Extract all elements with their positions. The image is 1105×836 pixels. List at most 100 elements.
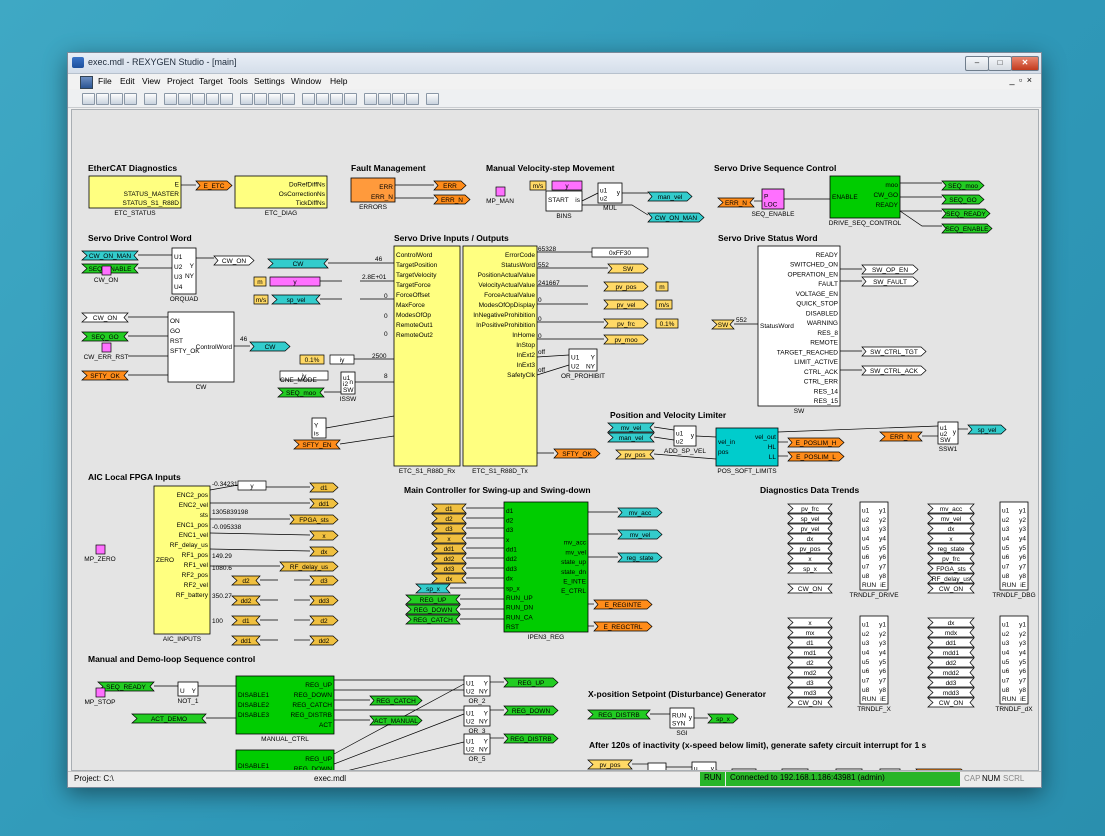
tag-reg-distrb-in[interactable]: REG_DISTRB [587,709,651,720]
save-all-icon[interactable] [124,93,137,105]
tag-man-vel-in[interactable]: man_vel [607,432,655,443]
block-body[interactable] [781,768,809,770]
block-manual-ctrl[interactable]: DISABLE1 DISABLE2 DISABLE3 REG_UP REG_DOWN RE… [235,675,335,743]
tag-y-mag[interactable]: y [551,180,583,191]
title-bar[interactable]: exec.mdl - REXYGEN Studio - [main] – □ ✕ [68,53,1041,74]
diagnostics-icon[interactable] [392,93,405,105]
menu-view[interactable]: View [142,76,160,86]
block-pos-soft[interactable]: vel_inpos vel_out HL LL POS_SOFT_LIMITS [715,427,779,475]
tag-pv-frc[interactable]: pv_frc [603,318,649,329]
block-sgi[interactable]: RUNSYNySGI [669,707,695,737]
tag-d3[interactable]: d3 [309,575,339,586]
tag-act-manual-out[interactable]: ACT_MANUAL [369,715,423,726]
maximize-button[interactable]: □ [988,56,1012,71]
block-add-sp-vel[interactable]: u1u2yADD_SP_VEL [664,425,706,455]
tag-t2-dx[interactable]: dx [927,523,975,534]
tag-x1[interactable]: x [309,530,339,541]
block-drive-seq[interactable]: ENABLE moo CW_GO READY DRIVE_SEQ_CONTROL [829,175,902,227]
block-mul[interactable]: u1u2yMUL [597,182,623,212]
diagram-svg[interactable]: EtherCAT Diagnostics Fault Management Manu… [72,110,1038,770]
block-sat-activity[interactable]: uhiloyHLLLSAT_ACTIVITY [681,761,727,770]
minimize-button[interactable]: – [965,56,989,71]
tag-t2-mvvel[interactable]: mv_vel [927,513,975,524]
tag-pv-pos[interactable]: pv_pos [603,281,649,292]
block-not-top[interactable]: UYNOT_ [879,768,901,770]
pin-box[interactable] [95,544,106,555]
block-trndlf-dx[interactable]: u1 u2 u3 u4 u5 u6 u7 u8 RUN y1 y2 y3 y4 y5 y6 y7 y8 iE TRN… [995,615,1033,713]
pin-cw-err-rst[interactable]: CW_ERR_RST [84,342,129,361]
block-not-1[interactable]: U Y NOT_1 [178,681,199,705]
diagram-canvas[interactable]: EtherCAT Diagnostics Fault Management Manu… [71,109,1039,771]
tag-shape[interactable] [915,768,966,770]
block-etc-tx[interactable]: ErrorCode StatusWord PositionActualValue Ve… [462,245,538,475]
tag-t2-regstate[interactable]: reg_state [927,543,975,554]
tag-seq-ready[interactable]: SEQ_READY [941,208,991,219]
tag-sfty-en-out[interactable]: SFTY_EN [915,768,966,770]
tag-pv-pos-in2[interactable]: pv_pos [587,759,633,770]
connect-icon[interactable] [330,93,343,105]
tag-dx1[interactable]: dx [309,546,339,557]
tag-seq-go[interactable]: SEQ_GO [941,194,985,205]
tag-cw-on-out[interactable]: CW_ON [213,255,255,266]
pin-box[interactable] [101,342,112,353]
tag-d2[interactable]: d2 [231,575,261,586]
tag-t4-cwon[interactable]: CW_ON [927,697,975,708]
block-etc-diag[interactable]: DoRefDiffNs OsCorrectionNs TickDiffNs ETC_D… [234,175,328,217]
tag-seq-enable-out[interactable]: SEQ_ENABLE [941,223,993,234]
tag-t4-mdd2[interactable]: mdd2 [927,667,975,678]
tag-sp-vel[interactable]: sp_vel [271,294,321,305]
tag-t3-d3[interactable]: d3 [787,677,833,688]
block-body[interactable] [393,245,461,467]
document-icon[interactable] [80,76,93,89]
tag-rf-delay[interactable]: RF_delay_us [279,561,339,572]
redo-icon[interactable] [220,93,233,105]
tag-t1-pvpos[interactable]: pv_pos [787,543,833,554]
tag-d2-out[interactable]: d2 [309,615,339,626]
tag-reg-catch-out[interactable]: REG_CATCH [369,695,423,706]
download-icon[interactable] [316,93,329,105]
tag-reg-dd3[interactable]: dd3 [431,563,467,574]
tag-t2-cwon[interactable]: CW_ON [927,583,975,594]
zoom-fit-icon[interactable] [268,93,281,105]
tag-iy[interactable]: iy [329,354,355,365]
tag-m-1[interactable]: m [253,276,267,287]
menu-file[interactable]: File [98,76,112,86]
tag-m-2[interactable]: m [655,281,669,292]
block-aic-inputs[interactable]: ZERO ENC2_pos ENC2_velsts ENC1_pos ENC1_vel R… [153,485,211,643]
tag-sw-op-en[interactable]: SW_OP_EN [861,264,919,275]
info-icon[interactable] [426,93,439,105]
block-bins[interactable]: START is BINS [545,190,583,220]
tag-t4-dd1[interactable]: dd1 [927,637,975,648]
tag-t3-d2[interactable]: d2 [787,657,833,668]
tag-cw-in[interactable]: CW [267,258,329,269]
tag-sw-ctrl-ack[interactable]: SW_CTRL_ACK [861,365,927,376]
tag-cw-on-in[interactable]: CW_ON [81,312,129,323]
tag-t3-md1[interactable]: md1 [787,647,833,658]
tag-t4-dx[interactable]: dx [927,617,975,628]
tag-ms-3[interactable]: m/s [655,299,673,310]
tag-dd3[interactable]: dd3 [309,595,339,606]
block-errors[interactable]: ERR ERR_N ERRORS [350,177,396,211]
tag-reg-d2[interactable]: d2 [431,513,467,524]
tag-seq-ready-in[interactable]: SEQ_READY [97,681,155,692]
tag-err[interactable]: ERR [433,180,467,191]
tag-reg-d1[interactable]: d1 [431,503,467,514]
tag-pv-moo[interactable]: pv_moo [603,334,649,345]
tag-e-etc[interactable]: E_ETC [195,180,233,191]
tag-y-2[interactable]: y [269,276,321,287]
block-timer-sfty2[interactable]: UHLDR1QetrtTIMER_SFTY2 [827,768,871,770]
tag-sw-ctrl-tgt[interactable]: SW_CTRL_TGT [861,346,927,357]
tag-sw-out[interactable]: SW [607,263,649,274]
tag-fpga-sts[interactable]: FPGA_sts [289,514,339,525]
save-icon[interactable] [110,93,123,105]
tag-pct[interactable]: 0.1% [655,318,679,329]
tag-ox30[interactable]: 0xFF30 [591,247,649,258]
tag-e-poslim-l[interactable]: E_POSLIM_L [787,451,845,462]
tag-err-n[interactable]: ERR_N [433,194,471,205]
tag-cw-out[interactable]: CW [249,341,291,352]
tag-reg-down-out[interactable]: REG_DOWN [503,705,559,716]
tag-v01[interactable]: 0.1% [299,354,325,365]
menu-settings[interactable]: Settings [254,76,285,86]
tag-dd1-2[interactable]: dd1 [231,635,261,646]
block-or-prohibit[interactable]: U1 U2 Y NY OR_PROHIBIT [561,348,605,380]
